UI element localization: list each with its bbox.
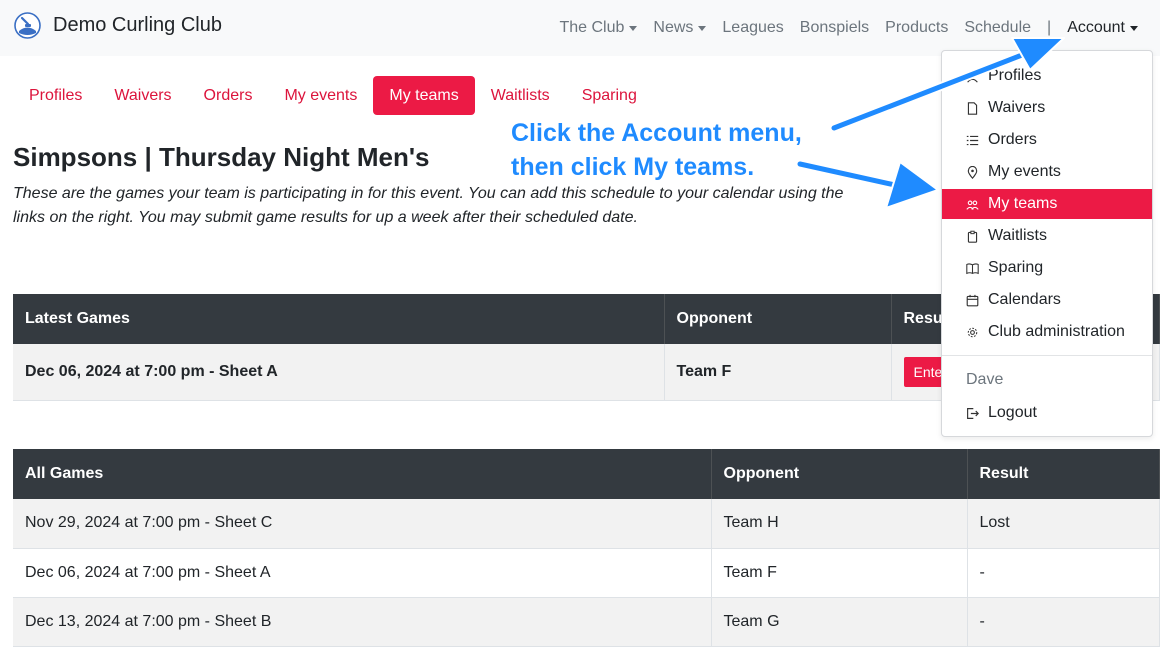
result-cell: - [967, 597, 1160, 647]
nav-products[interactable]: Products [877, 19, 956, 37]
menu-item-sparing[interactable]: Sparing [942, 253, 1152, 283]
game-cell: Dec 06, 2024 at 7:00 pm - Sheet A [13, 344, 665, 401]
gear-icon [967, 327, 978, 337]
menu-item-label: My events [988, 163, 1061, 180]
tab-waivers[interactable]: Waivers [98, 76, 187, 115]
result-cell: Lost [967, 499, 1160, 549]
menu-divider [942, 355, 1152, 356]
brand-name: Demo Curling Club [53, 14, 222, 36]
all-games-table: All Games Opponent Result Nov 29, 2024 a… [13, 449, 1160, 647]
column-header: All Games [13, 449, 712, 499]
brand[interactable]: Demo Curling Club [14, 12, 222, 39]
column-header: Opponent [711, 449, 968, 499]
opponent-cell: Team F [664, 344, 892, 401]
nav-news[interactable]: News [645, 19, 714, 37]
page-title: Simpsons | Thursday Night Men's [13, 142, 430, 172]
menu-item-label: My teams [988, 195, 1058, 212]
menu-item-label: Profiles [988, 67, 1042, 84]
nav-label: Account [1067, 19, 1125, 36]
table-row: Dec 13, 2024 at 7:00 pm - Sheet B Team G… [13, 597, 1160, 647]
game-cell: Nov 29, 2024 at 7:00 pm - Sheet C [13, 499, 712, 549]
game-cell: Dec 13, 2024 at 7:00 pm - Sheet B [13, 597, 712, 647]
menu-item-orders[interactable]: Orders [942, 125, 1152, 155]
logout-icon [967, 407, 979, 419]
callout-line: Click the Account menu, [511, 119, 802, 147]
menu-item-label: Logout [988, 404, 1037, 421]
opponent-cell: Team F [711, 548, 968, 598]
main-nav: The Club News Leagues Bonspiels Products… [551, 0, 1146, 56]
clipboard-icon [967, 230, 978, 243]
menu-item-label: Calendars [988, 291, 1061, 308]
nav-leagues[interactable]: Leagues [714, 19, 791, 37]
column-header: Result [967, 449, 1160, 499]
menu-item-profiles[interactable]: Profiles [942, 61, 1152, 91]
menu-item-waivers[interactable]: Waivers [942, 93, 1152, 123]
menu-item-label: Club administration [988, 323, 1125, 340]
nav-label: The Club [559, 19, 625, 36]
list-icon [966, 135, 979, 145]
nav-separator: | [1047, 19, 1052, 36]
account-dropdown-menu: Profiles Waivers Orders My events My tea… [941, 50, 1153, 437]
column-header: Latest Games [13, 294, 665, 344]
tab-orders[interactable]: Orders [188, 76, 269, 115]
menu-item-label: Orders [988, 131, 1037, 148]
menu-item-label: Sparing [988, 259, 1044, 276]
table-row: Nov 29, 2024 at 7:00 pm - Sheet C Team H… [13, 499, 1160, 549]
caret-down-icon [1130, 25, 1138, 31]
menu-item-calendars[interactable]: Calendars [942, 285, 1152, 315]
people-icon [966, 200, 979, 210]
person-icon [967, 70, 978, 83]
menu-item-label: Waitlists [988, 227, 1047, 244]
calendar-icon [966, 294, 979, 306]
top-navbar: Demo Curling Club The Club News Leagues … [0, 0, 1160, 56]
table-row: Dec 06, 2024 at 7:00 pm - Sheet A Team F… [13, 548, 1160, 598]
tab-waitlists[interactable]: Waitlists [475, 76, 566, 115]
tab-profiles[interactable]: Profiles [13, 76, 98, 115]
tab-sparing[interactable]: Sparing [566, 76, 653, 115]
menu-item-logout[interactable]: Logout [942, 398, 1152, 428]
menu-item-my-teams[interactable]: My teams [942, 189, 1152, 219]
menu-item-label: Waivers [988, 99, 1046, 116]
callout-line: then click My teams. [511, 153, 755, 181]
opponent-cell: Team G [711, 597, 968, 647]
opponent-cell: Team H [711, 499, 968, 549]
book-icon [966, 262, 979, 274]
nav-bonspiels[interactable]: Bonspiels [792, 19, 877, 37]
instruction-callout: Click the Account menu, then click My te… [511, 116, 802, 184]
curling-stone-logo-icon [14, 12, 41, 39]
column-header: Opponent [664, 294, 892, 344]
menu-item-my-events[interactable]: My events [942, 157, 1152, 187]
tab-my-events[interactable]: My events [268, 76, 373, 115]
account-tabs: Profiles Waivers Orders My events My tea… [13, 76, 653, 115]
result-cell: - [967, 548, 1160, 598]
page-description: These are the games your team is partici… [13, 185, 844, 226]
caret-down-icon [629, 25, 638, 31]
caret-down-icon [698, 25, 707, 31]
menu-user-header: Dave [966, 371, 1004, 388]
nav-schedule[interactable]: Schedule [956, 19, 1039, 37]
menu-item-waitlists[interactable]: Waitlists [942, 221, 1152, 251]
nav-label: News [653, 19, 694, 36]
tab-my-teams[interactable]: My teams [373, 76, 475, 115]
location-pin-icon [967, 165, 978, 179]
file-icon [967, 101, 978, 115]
menu-item-club-administration[interactable]: Club administration [942, 317, 1152, 347]
nav-the-club[interactable]: The Club [551, 19, 645, 37]
game-cell: Dec 06, 2024 at 7:00 pm - Sheet A [13, 548, 712, 598]
nav-account[interactable]: Account [1059, 19, 1146, 37]
